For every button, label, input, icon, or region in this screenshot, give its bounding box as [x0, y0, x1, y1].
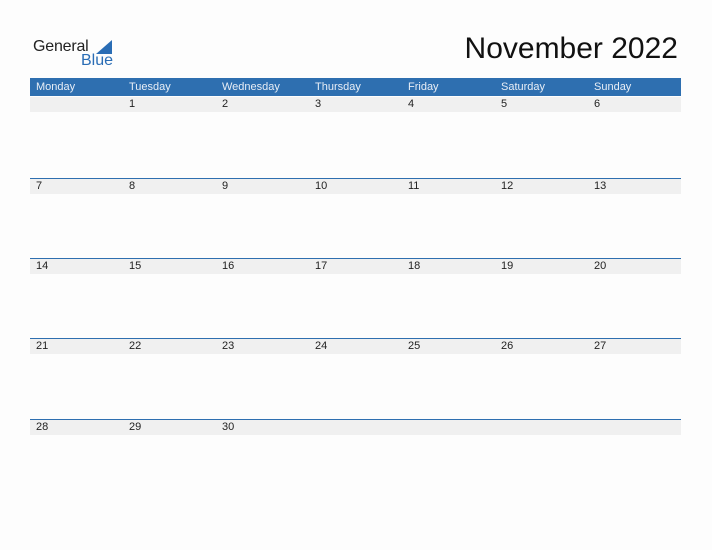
- week-row: 7 8 9 10 11 12 13: [30, 178, 681, 194]
- weekday-label: Saturday: [501, 81, 546, 93]
- day-number: 26: [501, 340, 514, 352]
- logo: General Blue: [33, 38, 123, 72]
- day-number: 15: [129, 260, 142, 272]
- weekday-label: Wednesday: [222, 81, 280, 93]
- day-number: 2: [222, 98, 229, 110]
- day-number: 23: [222, 340, 235, 352]
- weekday-label: Friday: [408, 81, 439, 93]
- day-number: 11: [408, 180, 420, 192]
- weekday-label: Tuesday: [129, 81, 171, 93]
- logo-blue: Blue: [81, 52, 114, 69]
- day-number: 16: [222, 260, 235, 272]
- day-number: 8: [129, 180, 136, 192]
- day-number: 14: [36, 260, 49, 272]
- day-number: 27: [594, 340, 607, 352]
- day-number: 30: [222, 421, 235, 433]
- day-number: 3: [315, 98, 322, 110]
- day-number: 12: [501, 180, 514, 192]
- day-number: 18: [408, 260, 421, 272]
- weekday-label: Monday: [36, 81, 76, 93]
- week-row: 21 22 23 24 25 26 27: [30, 338, 681, 354]
- week-row: 28 29 30: [30, 419, 681, 435]
- day-number: 28: [36, 421, 49, 433]
- weekday-header: Monday Tuesday Wednesday Thursday Friday…: [30, 78, 681, 96]
- day-number: 17: [315, 260, 328, 272]
- day-number: 19: [501, 260, 514, 272]
- day-number: 24: [315, 340, 328, 352]
- day-number: 21: [36, 340, 49, 352]
- day-number: 25: [408, 340, 421, 352]
- day-number: 13: [594, 180, 607, 192]
- week-row: 14 15 16 17 18 19 20: [30, 258, 681, 274]
- week-row: 1 2 3 4 5 6: [30, 97, 681, 112]
- day-number: 29: [129, 421, 142, 433]
- day-number: 1: [129, 98, 136, 110]
- day-number: 4: [408, 98, 415, 110]
- day-number: 5: [501, 98, 508, 110]
- weekday-label: Thursday: [315, 81, 361, 93]
- page-title: November 2022: [464, 32, 678, 65]
- day-number: 20: [594, 260, 607, 272]
- day-number: 9: [222, 180, 229, 192]
- weekday-label: Sunday: [594, 81, 632, 93]
- day-number: 22: [129, 340, 142, 352]
- day-number: 10: [315, 180, 328, 192]
- day-number: 6: [594, 98, 601, 110]
- day-number: 7: [36, 180, 43, 192]
